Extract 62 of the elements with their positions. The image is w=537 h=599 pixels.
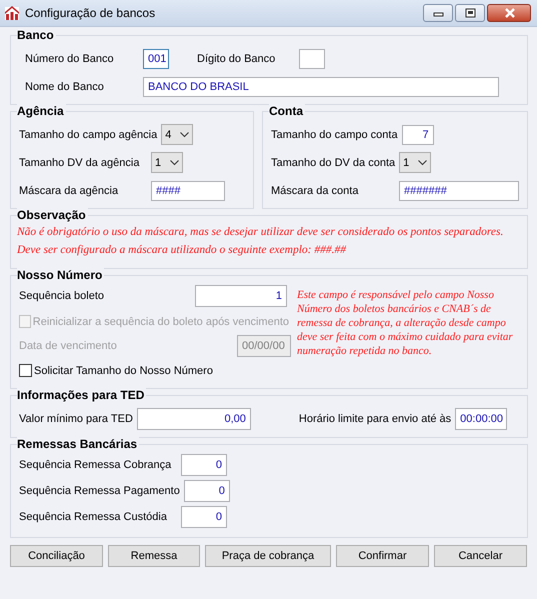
note-text: Não é obrigatório o uso da máscara, mas se desejar utilizar deve ser considerado os pontos separadores. xyxy=(17,225,504,240)
caret-icon xyxy=(418,160,428,166)
dropdown[interactable]: 4 xyxy=(161,124,194,145)
dialog-button[interactable]: Confirmar xyxy=(336,545,429,567)
dropdown[interactable]: 1 xyxy=(151,152,183,173)
dialog-button[interactable]: Cancelar xyxy=(434,545,527,567)
field-label: Tamanho do DV da conta xyxy=(271,156,396,168)
dialog-button[interactable]: Remessa xyxy=(108,545,200,567)
input-field[interactable]: 1 xyxy=(195,285,287,307)
group-title: Banco xyxy=(17,28,56,42)
caret-icon xyxy=(170,160,179,166)
field-label: Nome do Banco xyxy=(25,80,105,92)
field-label: Tamanho do campo agência xyxy=(19,128,158,140)
maximize-button[interactable] xyxy=(455,4,485,22)
field-label: Máscara da agência xyxy=(19,184,120,196)
note-text: Este campo é responsável pelo campo Nosso Número dos boletos bancários e CNAB´s de remessa de cobrança, a alteração desde campo deve ser feita com o máximo cuidado para evitar numeração repetida no banco. xyxy=(297,288,514,358)
dropdown-value: 4 xyxy=(165,128,172,140)
input-field[interactable]: ####### xyxy=(399,180,519,200)
minimize-button[interactable] xyxy=(423,4,453,22)
input-field[interactable]: 00:00:00 xyxy=(455,408,508,430)
field-label: Número do Banco xyxy=(25,52,115,64)
dropdown[interactable]: 1 xyxy=(399,152,432,173)
group-title: Agência xyxy=(17,104,66,118)
input-field[interactable] xyxy=(299,48,325,68)
input-field[interactable]: 0 xyxy=(184,480,230,502)
group-title: Conta xyxy=(269,104,305,118)
group-title: Remessas Bancárias xyxy=(17,437,140,451)
input-field[interactable]: 7 xyxy=(402,124,434,144)
input-field[interactable]: 0 xyxy=(181,454,227,476)
window-title: Configuração de bancos xyxy=(25,6,156,20)
field-label: Máscara da conta xyxy=(271,184,360,196)
note-text: Deve ser configurado a máscara utilizando o seguinte exemplo: ###.## xyxy=(17,243,346,258)
field-label: Sequência boleto xyxy=(19,290,106,302)
checkbox-label: Reinicializar a sequência do boleto após vencimento xyxy=(32,316,290,328)
close-button[interactable] xyxy=(487,4,531,22)
field-label: Sequência Remessa Cobrança xyxy=(19,459,172,471)
field-label: Dígito do Banco xyxy=(197,52,276,64)
field-label: Tamanho DV da agência xyxy=(19,156,140,168)
dropdown-value: 1 xyxy=(403,156,410,168)
dropdown-value: 1 xyxy=(155,156,162,168)
field-label: Sequência Remessa Pagamento xyxy=(19,485,181,497)
close-icon xyxy=(504,8,514,18)
app-logo-icon xyxy=(4,5,20,21)
input-field[interactable]: 0 xyxy=(181,506,227,528)
field-label: Horário limite para envio até às xyxy=(298,413,452,425)
field-label: Valor mínimo para TED xyxy=(19,413,134,425)
dialog-button[interactable]: Praça de cobrança xyxy=(205,545,331,567)
checkbox-label: Solicitar Tamanho do Nosso Número xyxy=(34,364,214,376)
group-title: Observação xyxy=(17,208,88,222)
input-field[interactable]: BANCO DO BRASIL xyxy=(143,76,499,96)
input-field[interactable]: 0,00 xyxy=(136,408,251,430)
dialog-button[interactable]: Conciliação xyxy=(10,545,103,567)
input-field[interactable]: #### xyxy=(151,180,225,200)
checkbox[interactable] xyxy=(19,364,32,377)
field-label: Tamanho do campo conta xyxy=(271,128,399,140)
group-title: Nosso Número xyxy=(17,268,104,282)
maximize-icon xyxy=(464,8,476,18)
group-title: Informações para TED xyxy=(17,388,146,402)
field-label: Sequência Remessa Custódia xyxy=(19,511,168,523)
input-field[interactable]: 001 xyxy=(143,48,169,68)
caret-icon xyxy=(180,132,190,138)
field-label: Data de vencimento xyxy=(19,340,118,352)
